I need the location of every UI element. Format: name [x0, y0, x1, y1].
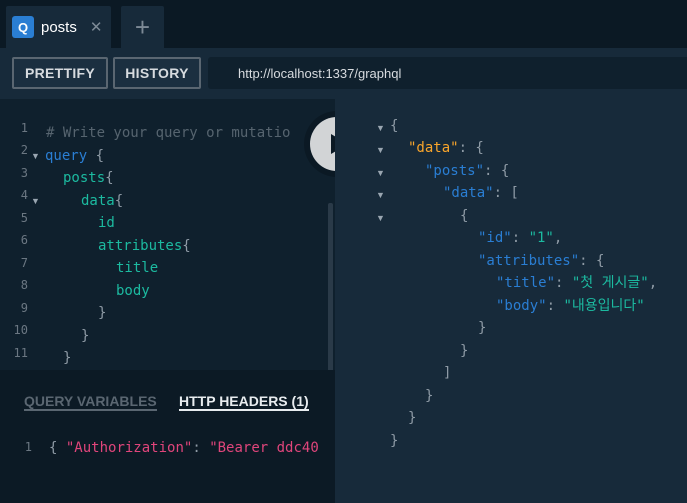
- endpoint-url-input[interactable]: http://localhost:1337/graphql: [208, 57, 687, 89]
- code-field: id: [98, 215, 115, 231]
- code-line: query {: [45, 148, 105, 164]
- line-number: 2: [20, 143, 28, 157]
- line-number: 5: [20, 211, 28, 225]
- fold-arrow-icon[interactable]: ▼: [376, 123, 385, 133]
- json-line: "body": "내용입니다": [496, 298, 645, 314]
- graphql-query-icon: Q: [12, 16, 34, 38]
- json-key: "body": [496, 298, 547, 314]
- fold-arrow-icon[interactable]: ▼: [376, 190, 385, 200]
- json-line: "id": "1",: [478, 230, 563, 246]
- code-line: data{: [81, 193, 124, 209]
- code-comment: # Write your query or mutatio: [46, 125, 291, 141]
- tab-bar: Q posts ✕ +: [0, 0, 687, 48]
- json-value: "첫 게시글": [571, 275, 649, 291]
- result-viewer: ▼ ▼ ▼ ▼ ▼ { "data": { "posts": { "data":…: [335, 99, 687, 503]
- tab-title: posts: [41, 18, 77, 36]
- line-number: 8: [20, 278, 28, 292]
- json-key: "id": [478, 230, 512, 246]
- code-field: body: [116, 283, 150, 299]
- fold-arrow-icon[interactable]: ▼: [31, 151, 40, 161]
- plus-icon[interactable]: +: [121, 6, 164, 48]
- json-value: "내용입니다": [563, 298, 645, 314]
- line-number: 3: [20, 166, 28, 180]
- fold-arrow-icon[interactable]: ▼: [31, 196, 40, 206]
- json-brace: }: [478, 320, 487, 336]
- json-key: "posts": [425, 163, 485, 179]
- code-keyword: query: [45, 148, 88, 164]
- json-key: "attributes": [478, 253, 580, 269]
- line-number: 1: [20, 121, 28, 135]
- code-brace: }: [81, 328, 90, 344]
- code-line: { "Authorization": "Bearer ddc40: [49, 437, 319, 459]
- json-key: "data": [408, 140, 459, 156]
- variables-pane: QUERY VARIABLES HTTP HEADERS (1) 1 { "Au…: [0, 370, 335, 503]
- header-key: "Authorization": [65, 440, 193, 456]
- fold-arrow-icon[interactable]: ▼: [376, 145, 385, 155]
- tab-query-variables[interactable]: QUERY VARIABLES: [24, 393, 157, 411]
- json-line: "data": [: [443, 185, 519, 201]
- code-colon: :: [192, 440, 201, 456]
- code-field: attributes: [98, 238, 183, 254]
- header-value: "Bearer ddc40: [209, 440, 319, 456]
- json-brace: {: [390, 118, 399, 134]
- json-key: "title": [496, 275, 556, 291]
- json-line: "posts": {: [425, 163, 510, 179]
- json-line: "title": "첫 게시글",: [496, 275, 658, 291]
- prettify-button[interactable]: PRETTIFY: [12, 57, 108, 89]
- json-brace: }: [390, 433, 399, 449]
- fold-arrow-icon[interactable]: ▼: [376, 213, 385, 223]
- json-brace: }: [408, 410, 417, 426]
- tab-posts[interactable]: Q posts ✕: [6, 6, 111, 48]
- line-number: 7: [20, 256, 28, 270]
- json-line: "attributes": {: [478, 253, 605, 269]
- fold-arrow-icon[interactable]: ▼: [376, 168, 385, 178]
- json-line: "data": {: [408, 140, 484, 156]
- line-number: 1: [24, 440, 32, 454]
- json-bracket: ]: [443, 365, 452, 381]
- toolbar: PRETTIFY HISTORY http://localhost:1337/g…: [0, 48, 687, 99]
- code-line: posts{: [63, 170, 114, 186]
- query-editor[interactable]: 1 2 3 4 5 6 7 8 9 10 11 ▼ ▼ # Write your…: [0, 99, 335, 403]
- line-number: 4: [20, 188, 28, 202]
- line-number: 10: [13, 323, 28, 337]
- code-brace: }: [63, 350, 72, 366]
- json-value: "1": [528, 230, 554, 246]
- line-number: 9: [20, 301, 28, 315]
- code-brace: {: [49, 440, 58, 456]
- history-button[interactable]: HISTORY: [113, 57, 201, 89]
- line-number: 11: [13, 346, 28, 360]
- code-line: attributes{: [98, 238, 191, 254]
- json-brace: }: [425, 388, 434, 404]
- code-brace: }: [98, 305, 107, 321]
- line-number: 6: [20, 233, 28, 247]
- json-brace: {: [460, 208, 469, 224]
- json-key: "data": [443, 185, 494, 201]
- json-brace: }: [460, 343, 469, 359]
- code-field: posts: [63, 170, 106, 186]
- code-field: data: [81, 193, 115, 209]
- close-icon[interactable]: ✕: [90, 18, 103, 36]
- tab-http-headers[interactable]: HTTP HEADERS (1): [179, 393, 309, 411]
- code-field: title: [116, 260, 159, 276]
